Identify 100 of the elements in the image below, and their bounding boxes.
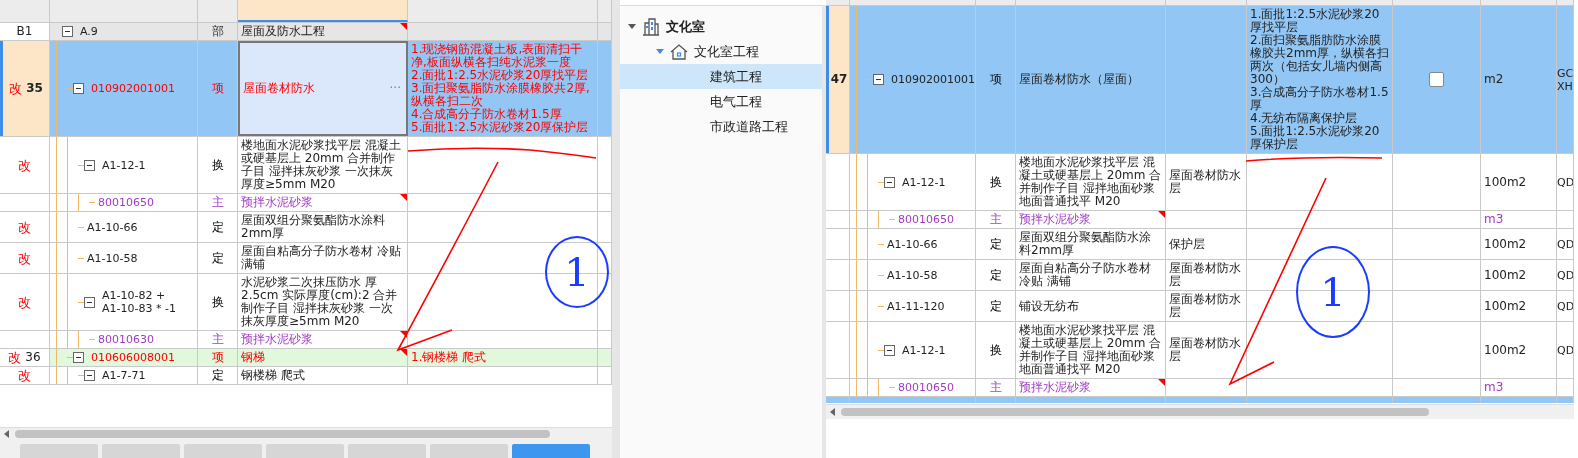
handwritten-circled-number: 1 [1296, 246, 1370, 338]
column-header-cell[interactable] [238, 0, 408, 22]
item-type: 主 [989, 213, 1002, 226]
modified-mark: 改 [18, 158, 31, 172]
item-name: 预拌水泥砂浆 [241, 333, 313, 346]
item-code: A1-10-82 + A1-10-83 * -1 [101, 289, 176, 315]
item-code: 80010650 [97, 196, 154, 209]
collapse-icon[interactable] [62, 26, 73, 37]
table-row[interactable]: 改 A1-7-71 定 钢楼梯 爬式 [0, 367, 612, 385]
table-cell-text: 屋面卷材防水层 [1169, 262, 1242, 288]
item-type: 换 [211, 295, 224, 309]
item-name: 钢楼梯 爬式 [241, 369, 305, 382]
item-code: 80010650 [897, 213, 954, 226]
item-code: A1-10-66 [886, 237, 938, 251]
item-type: 定 [989, 299, 1002, 313]
scrollbar-thumb[interactable] [841, 408, 1429, 416]
table-cell: QD [1557, 343, 1573, 357]
table-row[interactable]: 47 010902001001 项 屋面卷材防水（屋面） 1.面批1:2.5水泥砂浆20厚找平层 2.面扫聚氨脂肪防水涂膜橡胶共2mm厚，纵横各扫两次（包括女儿墙内侧高300） 3.合成高分子防水卷材1.5厚 4.无纺布隔离保护层 5.面批1:2.5水泥砂浆20厚保护层 m2 GC XH [826, 6, 1574, 154]
table-row[interactable]: A1-12-1 换 楼地面水泥砂浆找平层 混凝土或硬基层上 20mm 合并制作子目 湿拌地面砂浆地面普通找平 M20 屋面卷材防水层 100m2 QD [826, 154, 1574, 211]
item-type: 定 [211, 369, 224, 382]
unit-text: 100m2 [1484, 175, 1527, 189]
item-features: 1.面批1:2.5水泥砂浆20厚找平层 2.面扫聚氨脂肪防水涂膜橡胶共2mm厚，纵横各扫两次（包括女儿墙内侧高300） 3.合成高分子防水卷材1.5厚 4.无纺布隔离保护层 5.面批1:2.5水泥砂浆20厚保护层 [1249, 6, 1390, 153]
table-cell: GC XH [1557, 66, 1573, 93]
item-code: A1-12-1 [101, 158, 146, 172]
item-code: 010606008001 [90, 351, 175, 364]
unit-text: m2 [1484, 73, 1504, 86]
collapse-icon[interactable] [73, 352, 84, 363]
item-type: 换 [989, 343, 1002, 357]
item-name: 屋面卷材防水（屋面） [1019, 73, 1139, 86]
item-code: 010902001001 [890, 73, 975, 86]
item-code: A.9 [79, 25, 98, 38]
checkbox[interactable] [1429, 72, 1444, 87]
scrollbar-thumb[interactable] [15, 430, 550, 438]
project-tree-item[interactable]: 文化室 [620, 14, 822, 39]
unit-text: m3 [1484, 381, 1504, 394]
collapse-icon[interactable] [84, 296, 95, 308]
project-tree-item[interactable]: 建筑工程 [620, 64, 822, 89]
table-row[interactable]: A1-10-66 定 屋面双组分聚氨酯防水涂料2mm厚 保护层 100m2 QD [826, 229, 1574, 260]
project-tree-item[interactable]: 文化室工程 [620, 39, 822, 64]
modified-mark: 改 [18, 369, 31, 382]
building-icon [642, 17, 660, 36]
handwritten-circled-number: 1 [545, 236, 609, 308]
item-name: 屋面双组分聚氨酯防水涂料 2mm厚 [241, 214, 386, 240]
unit-text: 100m2 [1484, 299, 1527, 313]
item-name: 铺设无纺布 [1019, 299, 1079, 313]
item-code: A1-12-1 [901, 343, 946, 357]
collapse-icon[interactable] [73, 83, 84, 94]
table-row[interactable]: A1-12-1 换 楼地面水泥砂浆找平层 混凝土或硬基层上 20mm 合并制作子目 湿拌地面砂浆地面普通找平 M20 屋面卷材防水层 100m2 QD [826, 322, 1574, 379]
item-name: 屋面自粘高分子防水卷材 冷贴满铺 [241, 245, 402, 271]
item-type: 项 [211, 82, 224, 95]
project-tree-item[interactable]: 电气工程 [620, 89, 822, 114]
item-name: 钢梯 [241, 351, 265, 364]
item-type: 定 [211, 251, 224, 265]
table-cell-text: 屋面卷材防水层 [1169, 337, 1242, 363]
collapse-icon[interactable] [84, 370, 95, 381]
item-features: 1.钢楼梯 爬式 [410, 349, 488, 366]
table-row[interactable]: 80010650 主 预拌水泥砂浆 [0, 194, 612, 212]
expand-arrow-icon[interactable] [656, 49, 664, 54]
item-code: A1-10-58 [86, 251, 138, 265]
table-row[interactable]: 改 36 010606008001 项 钢梯 1.钢楼梯 爬式 [0, 349, 612, 367]
collapse-icon[interactable] [84, 159, 95, 171]
table-cell: QD [1557, 237, 1573, 251]
table-row[interactable]: 80010650 主 预拌水泥砂浆 m3 [826, 211, 1574, 229]
table-row[interactable]: 改 35 010902001001 项 屋面卷材防水 ··· 1.现浇钢筋混凝土板,表面清扫干净,板面纵横各扫纯水泥浆一度 2.面批1:2.5水泥砂浆20厚找平层 3.面扫聚氨脂防水涂膜橡胶共2厚,纵横各扫二次 4.合成高分子防水卷材1.5厚 5.面批1:2.5水泥砂浆20厚保护层 [0, 41, 612, 137]
item-name: 屋面双组分聚氨酯防水涂料2mm厚 [1019, 231, 1152, 257]
horizontal-scrollbar[interactable] [826, 404, 1574, 419]
item-type: 项 [989, 73, 1002, 86]
modified-mark: 改 [18, 220, 31, 234]
table-row[interactable]: B1 A.9 部 屋面及防水工程 [0, 23, 612, 41]
modified-mark: 改 [18, 251, 31, 265]
horizontal-scrollbar[interactable] [0, 427, 612, 440]
collapse-icon[interactable] [884, 176, 895, 188]
table-cell: QD [1557, 268, 1573, 282]
project-tree-item[interactable]: 市政道路工程 [620, 114, 822, 139]
unit-text: 100m2 [1484, 268, 1527, 282]
item-type: 主 [989, 381, 1002, 394]
item-type: 定 [989, 237, 1002, 251]
table-row[interactable]: 改 A1-12-1 换 楼地面水泥砂浆找平层 混凝土或硬基层上 20mm 合并制作子目 湿拌抹灰砂浆 一次抹灰厚度≥5mm M20 [0, 137, 612, 194]
item-type: 定 [211, 220, 224, 234]
item-name: 屋面及防水工程 [241, 25, 325, 38]
item-code: A1-11-120 [886, 299, 945, 313]
item-code: 010902001001 [90, 82, 175, 95]
table-cell: 保护层 [1169, 237, 1205, 251]
row-number: 35 [26, 82, 43, 95]
item-type: 主 [211, 196, 224, 209]
collapse-icon[interactable] [873, 74, 884, 85]
table-row[interactable]: 改 A1-10-66 定 屋面双组分聚氨酯防水涂料 2mm厚 [0, 212, 612, 243]
table-cell-text: 屋面卷材防水层 [1169, 293, 1242, 319]
row-number: 36 [25, 351, 41, 364]
item-name: 楼地面水泥砂浆找平层 混凝土或硬基层上 20mm 合并制作子目 湿拌地面砂浆地面普通找平 M20 [1019, 324, 1162, 376]
item-code: 80010630 [97, 333, 154, 346]
scroll-left-icon[interactable] [4, 430, 9, 438]
item-type: 部 [211, 25, 224, 38]
unit-text: 100m2 [1484, 343, 1527, 357]
item-type: 换 [211, 158, 224, 172]
expand-arrow-icon[interactable] [628, 24, 636, 29]
collapse-icon[interactable] [884, 344, 895, 356]
item-code: A1-10-58 [886, 268, 938, 282]
item-code: A1-12-1 [901, 175, 946, 189]
item-name: 屋面自粘高分子防水卷材冷贴 满铺 [1019, 262, 1152, 288]
